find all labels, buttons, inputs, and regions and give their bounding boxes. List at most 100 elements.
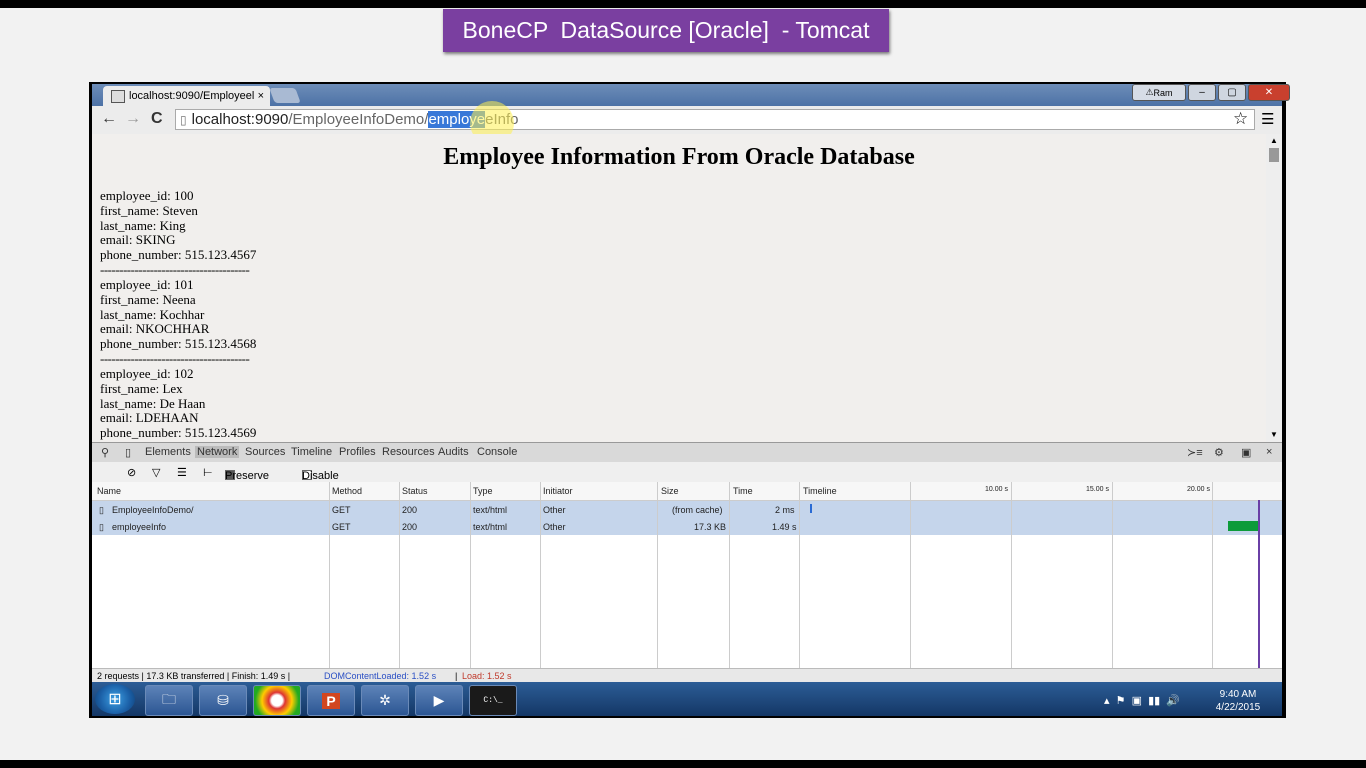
system-tray[interactable]: ▴ ⚑ ▣ ▮▮ 🔊 [1104, 694, 1180, 707]
close-devtools-icon[interactable]: × [1266, 446, 1272, 458]
col-timeline[interactable]: Timeline [803, 486, 837, 496]
maximize-button[interactable]: ▢ [1218, 84, 1246, 101]
folder-icon[interactable]: 🗀 [145, 685, 193, 716]
tab-sources[interactable]: Sources [245, 446, 285, 458]
column-divider [399, 482, 400, 668]
clear-icon[interactable]: ⊘ [127, 466, 136, 479]
timeline-bar-2 [1228, 521, 1260, 531]
email: email: LDEHAAN [100, 410, 199, 426]
url-host: localhost:9090 [191, 111, 289, 128]
page-heading: Employee Information From Oracle Databas… [443, 144, 915, 170]
tab-resources[interactable]: Resources [382, 446, 435, 458]
tab-network[interactable]: Network [195, 446, 240, 458]
forward-arrow-icon[interactable]: → [125, 110, 141, 128]
last-name: last_name: King [100, 217, 186, 233]
domcontentloaded-text: DOMContentLoaded: 1.52 s [324, 671, 437, 681]
gear-icon[interactable]: ⚙ [1214, 446, 1224, 459]
column-divider [799, 482, 800, 668]
back-arrow-icon[interactable]: ← [101, 110, 117, 128]
address-bar[interactable]: ▯ localhost:9090/EmployeeInfoDemo/employ… [175, 109, 1255, 130]
column-divider [329, 482, 330, 668]
request-type: text/html [473, 522, 508, 532]
tab-audits[interactable]: Audits [438, 446, 469, 458]
clock-date: 4/22/2015 [1215, 702, 1261, 713]
file-icon: ▯ [99, 505, 104, 515]
phone-number: phone_number: 515.123.4569 [100, 425, 257, 441]
overview-icon[interactable]: ⊢ [203, 466, 213, 479]
col-name[interactable]: Name [97, 486, 121, 496]
load-event-line [1258, 500, 1260, 668]
request-initiator: Other [543, 505, 566, 515]
load-text: Load: 1.52 s [462, 671, 512, 681]
new-tab-button[interactable] [269, 88, 301, 103]
browser-tab[interactable]: localhost:9090/Employeel × [103, 86, 270, 106]
column-divider [657, 482, 658, 668]
close-window-button[interactable]: ✕ [1248, 84, 1290, 101]
request-initiator: Other [543, 522, 566, 532]
minimize-button[interactable]: – [1188, 84, 1216, 101]
reload-icon[interactable]: C [151, 110, 163, 128]
summary-text: 2 requests | 17.3 KB transferred | Finis… [97, 671, 291, 681]
search-icon[interactable]: ⚲ [101, 446, 109, 459]
col-size[interactable]: Size [661, 486, 679, 496]
media-icon[interactable]: ▶ [415, 685, 463, 716]
timeline-tick: 10.00 s [985, 486, 1008, 493]
chrome-icon[interactable] [253, 685, 301, 716]
powerpoint-icon[interactable]: P [307, 685, 355, 716]
drawer-icon[interactable]: ≻≡ [1187, 446, 1203, 459]
dock-icon[interactable]: ▣ [1241, 446, 1251, 459]
col-type[interactable]: Type [473, 486, 493, 496]
table-row[interactable]: ▯ employeeInfo GET 200 text/html Other 1… [92, 518, 1282, 535]
devtools-tabbar: ⚲ ▯ Elements Network Sources Timeline Pr… [92, 442, 1282, 464]
large-rows-icon[interactable]: ☰ [177, 466, 187, 479]
column-divider [470, 482, 471, 668]
col-status[interactable]: Status [402, 486, 428, 496]
employee-id: employee_id: 101 [100, 277, 194, 292]
email: email: SKING [100, 232, 176, 248]
tab-profiles[interactable]: Profiles [339, 446, 376, 458]
timeline-gridline [1112, 482, 1113, 668]
tab-timeline[interactable]: Timeline [291, 446, 332, 458]
scrollbar-thumb[interactable] [1269, 148, 1279, 162]
taskbar-clock[interactable]: 9:40 AM 4/22/2015 [1210, 688, 1266, 714]
scroll-down-icon[interactable]: ▼ [1270, 430, 1278, 439]
start-button[interactable]: ⊞ [95, 684, 135, 714]
tab-console[interactable]: Console [477, 446, 517, 458]
request-time: 2 ms [775, 505, 795, 515]
device-mode-icon[interactable]: ▯ [125, 446, 131, 459]
timeline-tick: 15.00 s [1086, 486, 1109, 493]
request-type: text/html [473, 505, 508, 515]
request-status: 200 [402, 505, 418, 515]
first-name: first_name: Lex [100, 380, 183, 396]
timeline-gridline [1212, 482, 1213, 668]
request-size: 17.3 KB [694, 522, 727, 532]
timeline-gridline [910, 482, 911, 668]
profile-button[interactable]: ⚠ Ram [1132, 84, 1186, 101]
summary-separator: | [455, 671, 458, 681]
employee-record-102: employee_id: 102 first_name: Lex last_na… [100, 366, 257, 441]
cmd-icon[interactable]: C:\_ [469, 685, 517, 716]
page-content: Employee Information From Oracle Databas… [92, 134, 1266, 442]
tab-elements[interactable]: Elements [145, 446, 191, 458]
bookmark-star-icon[interactable]: ☆ [1233, 109, 1248, 129]
clock-time: 9:40 AM [1219, 689, 1257, 700]
scroll-up-icon[interactable]: ▲ [1270, 136, 1278, 145]
app-icon[interactable]: ✲ [361, 685, 409, 716]
page-scrollbar[interactable]: ▲ ▼ [1266, 134, 1282, 442]
request-status: 200 [402, 522, 418, 532]
column-divider [729, 482, 730, 668]
page-icon: ▯ [180, 112, 187, 127]
tab-close-icon[interactable]: × [258, 90, 264, 102]
network-icon[interactable]: ⛁ [199, 685, 247, 716]
url-path: /EmployeeInfoDemo/ [288, 111, 429, 128]
cmd-label: C:\_ [483, 696, 503, 705]
col-method[interactable]: Method [332, 486, 362, 496]
employee-record-101: employee_id: 101 first_name: Neena last_… [100, 277, 256, 367]
col-initiator[interactable]: Initiator [543, 486, 573, 496]
chrome-menu-icon[interactable]: ☰ [1261, 110, 1274, 128]
table-row[interactable]: ▯ EmployeeInfoDemo/ GET 200 text/html Ot… [92, 501, 1282, 518]
email: email: NKOCHHAR [100, 321, 210, 337]
table-header: Name Method Status Type Initiator Size T… [92, 482, 1282, 501]
filter-icon[interactable]: ▽ [152, 466, 160, 479]
col-time[interactable]: Time [733, 486, 753, 496]
